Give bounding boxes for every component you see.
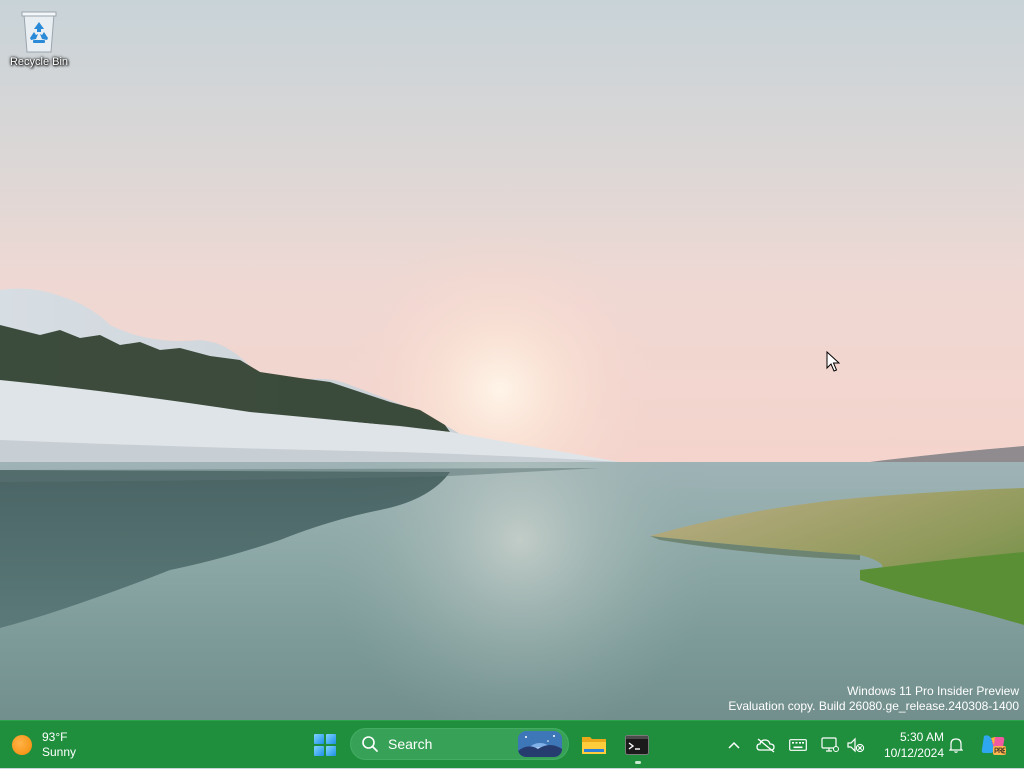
- clock-time: 5:30 AM: [899, 730, 944, 744]
- windows-logo-icon: [314, 734, 336, 756]
- desktop-icon-recycle-bin[interactable]: Recycle Bin: [4, 8, 74, 68]
- running-indicator: [635, 761, 641, 764]
- start-button[interactable]: [311, 731, 339, 759]
- taskbar: 93°F Sunny Search 5:30 AM 10/12/2024: [0, 720, 1024, 768]
- search-icon: [362, 736, 378, 752]
- network-icon: [821, 737, 839, 752]
- recycle-bin-icon: [21, 11, 57, 53]
- watermark-line-build: Evaluation copy. Build 26080.ge_release.…: [728, 699, 1019, 713]
- show-hidden-icons-button[interactable]: [724, 721, 744, 769]
- volume-tray-button[interactable]: [844, 721, 868, 769]
- chevron-up-icon: [728, 741, 740, 749]
- weather-temperature: 93°F: [42, 730, 68, 744]
- network-tray-button[interactable]: [818, 721, 842, 769]
- volume-muted-icon: [847, 737, 865, 753]
- taskbar-app-terminal[interactable]: [621, 729, 653, 764]
- terminal-icon: [625, 735, 649, 755]
- taskbar-search-box[interactable]: Search: [350, 728, 569, 760]
- onedrive-off-icon: [756, 738, 775, 753]
- notifications-button[interactable]: [946, 721, 966, 769]
- taskbar-clock[interactable]: 5:30 AM 10/12/2024: [876, 729, 944, 761]
- desktop-icon-label: Recycle Bin: [9, 56, 69, 68]
- desktop-wallpaper: [0, 0, 1024, 720]
- search-placeholder: Search: [388, 736, 433, 752]
- mouse-pointer-icon: [826, 351, 840, 372]
- folder-icon: [582, 737, 606, 754]
- sun-icon: [12, 735, 32, 755]
- keyboard-icon: [789, 739, 807, 751]
- input-indicator-button[interactable]: [786, 721, 810, 769]
- weather-widget[interactable]: 93°F Sunny: [12, 727, 76, 763]
- taskbar-app-file-explorer[interactable]: [578, 729, 610, 761]
- evaluation-watermark: Windows 11 Pro Insider Preview Evaluatio…: [728, 684, 1019, 714]
- clock-date: 10/12/2024: [883, 746, 944, 760]
- copilot-button[interactable]: [978, 721, 1008, 769]
- bell-icon: [949, 738, 963, 753]
- onedrive-tray-button[interactable]: [754, 721, 778, 769]
- weather-condition: Sunny: [42, 745, 77, 759]
- copilot-icon: [981, 735, 1006, 755]
- watermark-line-edition: Windows 11 Pro Insider Preview: [847, 684, 1019, 698]
- search-highlight-image: [518, 731, 562, 757]
